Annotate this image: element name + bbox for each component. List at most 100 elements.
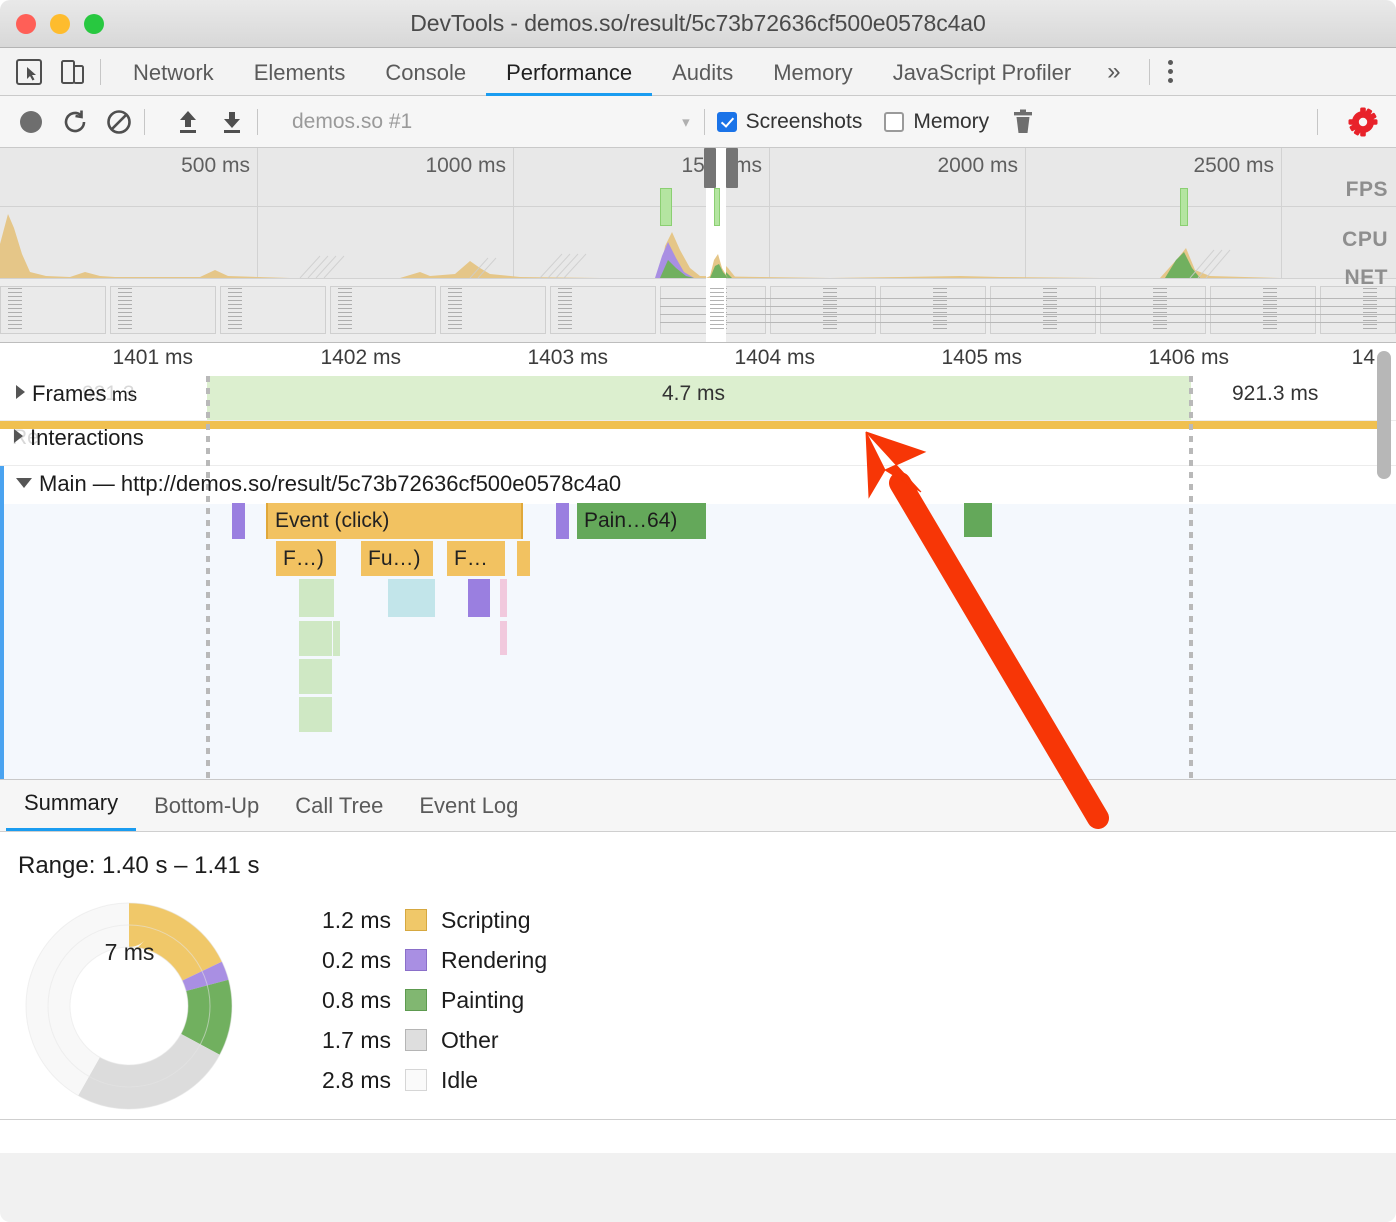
overview-track-label-net: NET [1344,266,1388,289]
interactions-track-title[interactable]: Interactions [14,425,144,451]
legend-label: Rendering [441,946,548,973]
flame-event-function-1[interactable]: F…) [276,541,336,576]
download-profile-icon[interactable] [219,109,245,135]
tab-performance[interactable]: Performance [486,48,653,96]
screenshots-checkbox[interactable] [716,111,737,132]
tab-call-tree[interactable]: Call Tree [277,793,401,831]
summary-pane: Range: 1.40 s – 1.41 s 7 ms 1.2 ms Scrip… [0,832,1396,1120]
memory-checkbox[interactable] [884,111,905,132]
flame-event-event-click[interactable]: Event (click) [266,503,523,539]
tab-event-log[interactable]: Event Log [401,793,536,831]
flame-event-rendering[interactable] [232,503,245,539]
flame-event-sliver[interactable] [523,541,530,576]
trash-icon[interactable] [1011,109,1035,135]
tab-console[interactable]: Console [365,48,486,96]
legend-swatch-rendering [405,949,427,971]
upload-profile-icon[interactable] [175,109,201,135]
flame-event-rendering[interactable] [556,503,569,539]
screenshots-label[interactable]: Screenshots [746,110,863,134]
legend-label: Other [441,1026,499,1053]
net-request-bar [1153,288,1167,332]
net-request-bar [1043,288,1057,332]
legend-swatch-other [405,1029,427,1051]
overview-tick-label: 2500 ms [1193,154,1274,177]
reload-record-icon[interactable] [62,109,88,135]
title-bar: DevTools - demos.so/result/5c73b72636cf5… [0,0,1396,48]
memory-label[interactable]: Memory [913,110,989,134]
flame-event-loading[interactable] [388,579,435,617]
legend-label: Idle [441,1066,479,1093]
overview-track-label-cpu: CPU [1342,228,1388,251]
details-tab-strip: Summary Bottom-Up Call Tree Event Log [0,780,1396,832]
tab-javascript-profiler[interactable]: JavaScript Profiler [873,48,1092,96]
flame-event-gpu-sliver[interactable] [333,621,340,656]
flame-event-gpu[interactable] [299,659,332,694]
flame-event-gpu[interactable] [299,697,332,732]
tab-summary[interactable]: Summary [6,790,137,831]
legend-value: 1.2 ms [321,906,391,933]
ruler-tick-label: 1405 ms [941,346,1022,369]
net-request-bar [1363,288,1377,332]
flame-event-gpu[interactable] [299,621,332,656]
window-title: DevTools - demos.so/result/5c73b72636cf5… [410,10,986,36]
overview-track-label-fps: FPS [1345,178,1388,201]
record-circle-icon[interactable] [18,109,44,135]
flame-event-other[interactable] [500,621,507,655]
flame-event-function-3[interactable]: F… [447,541,505,576]
device-toolbar-icon[interactable] [58,57,88,87]
tab-memory[interactable]: Memory [753,48,872,96]
net-timing-line [660,322,1396,323]
timeline-vertical-scrollbar[interactable] [1377,351,1391,479]
toolbar-divider [100,58,101,85]
frame-duration-after: 921.3 ms [1232,382,1319,405]
session-name-label[interactable]: demos.so #1 [292,110,412,134]
devtools-window: DevTools - demos.so/result/5c73b72636cf5… [0,0,1396,1222]
cpu-activity-graph-selection [706,254,728,278]
timeline-flame-chart[interactable]: 1401 ms 1402 ms 1403 ms 1404 ms 1405 ms … [0,343,1396,780]
frames-suffix: ms [111,385,138,406]
expand-frames-icon[interactable] [16,385,25,399]
summary-legend: 1.2 ms Scripting 0.2 ms Rendering 0.8 ms… [303,900,547,1100]
overview-right-handle[interactable] [726,148,738,188]
net-request-row [1320,286,1396,334]
ruler-tick-label: 1401 ms [112,346,193,369]
summary-donut-chart [25,902,233,1110]
ruler-tick-label: 1403 ms [527,346,608,369]
collapse-main-icon[interactable] [16,478,32,488]
chevron-down-icon[interactable]: ▾ [682,113,690,131]
net-request-bar [823,288,837,332]
overview-tick-label: 500 ms [181,154,250,177]
flame-event-paint[interactable]: Pain…64) [577,503,706,539]
kebab-menu-icon[interactable] [1167,56,1174,87]
timeline-overview[interactable]: 500 ms 1000 ms 1500 ms 2000 ms 2500 ms [0,148,1396,343]
net-timing-line [660,298,1396,299]
overview-tick-label: 2000 ms [937,154,1018,177]
flame-event-paint-small[interactable] [964,503,992,537]
flame-event-gpu[interactable] [299,579,334,617]
main-label: Main — http://demos.so/result/5c73b72636… [39,471,622,496]
gear-icon[interactable] [1348,107,1378,137]
ruler-tick-label: 14 [1351,346,1375,369]
status-bar [0,1153,1396,1222]
flame-event-other[interactable] [500,579,507,617]
main-track-title[interactable]: Main — http://demos.so/result/5c73b72636… [16,471,621,497]
overview-left-handle[interactable] [704,148,716,188]
tab-elements[interactable]: Elements [234,48,366,96]
legend-value: 2.8 ms [321,1066,391,1093]
ruler-tick-label: 1406 ms [1148,346,1229,369]
timeline-ruler: 1401 ms 1402 ms 1403 ms 1404 ms 1405 ms … [0,343,1396,376]
tab-network[interactable]: Network [113,48,234,96]
net-request-bar [118,288,132,332]
expand-interactions-icon[interactable] [14,429,23,443]
flame-event-rendering[interactable] [468,579,490,617]
clear-icon[interactable] [106,109,132,135]
tab-audits[interactable]: Audits [652,48,753,96]
tab-bottom-up[interactable]: Bottom-Up [136,793,277,831]
frames-track-title[interactable]: Frames ms [16,381,137,407]
net-timing-line [660,306,1396,307]
record-toolbar-divider-2 [257,108,258,135]
more-tabs-chevron-icon[interactable]: » [1091,48,1136,96]
cursor-select-icon[interactable] [14,57,44,87]
flame-event-function-2[interactable]: Fu…) [361,541,433,576]
legend-label: Painting [441,986,525,1013]
